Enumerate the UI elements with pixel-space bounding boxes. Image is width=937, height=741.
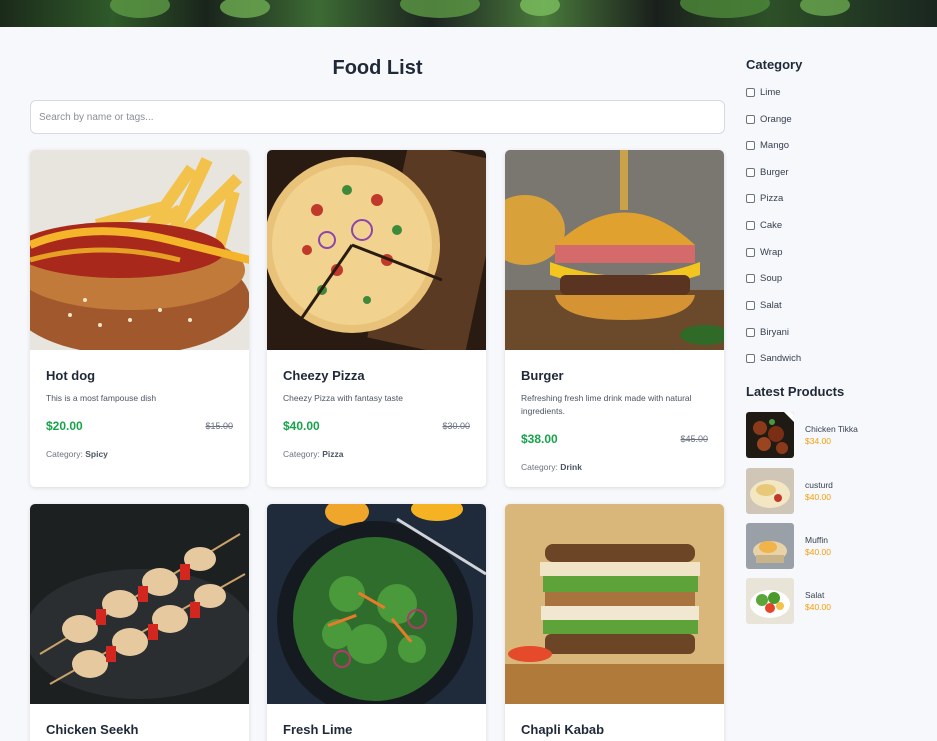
card-description: This is a most fampouse dish bbox=[46, 393, 157, 403]
latest-product-price: $40.00 bbox=[805, 602, 831, 612]
latest-product-price: $40.00 bbox=[805, 547, 831, 557]
latest-product-item[interactable]: Salat $40.00 bbox=[746, 578, 831, 624]
category-option-soup[interactable]: Soup bbox=[746, 273, 782, 284]
card-description: Cheezy Pizza with fantasy taste bbox=[283, 393, 404, 403]
latest-product-name: Chicken Tikka bbox=[805, 424, 858, 434]
latest-product-name: Muffin bbox=[805, 535, 828, 545]
salat-thumbnail bbox=[746, 578, 794, 624]
fresh-lime-image bbox=[267, 504, 486, 704]
category-option-sandwich[interactable]: Sandwich bbox=[746, 353, 801, 364]
card-description: Refreshing fresh lime drink made with na… bbox=[521, 393, 692, 416]
page-title: Food List bbox=[332, 57, 423, 79]
card-category: Category: Drink bbox=[521, 462, 582, 472]
food-card-burger[interactable]: Burger Refreshing fresh lime drink made … bbox=[505, 150, 724, 487]
card-title: Fresh Lime bbox=[283, 722, 353, 737]
search-input[interactable] bbox=[30, 100, 725, 134]
checkbox[interactable] bbox=[746, 354, 755, 363]
checkbox[interactable] bbox=[746, 88, 755, 97]
category-option-biryani[interactable]: Biryani bbox=[746, 327, 789, 338]
checkbox[interactable] bbox=[746, 115, 755, 124]
food-card-hot-dog[interactable]: Hot dog This is a most fampouse dish $20… bbox=[30, 150, 249, 487]
muffin-thumbnail bbox=[746, 523, 794, 569]
food-card-chicken-seekh[interactable]: Chicken Seekh bbox=[30, 504, 249, 741]
chicken-seekh-image bbox=[30, 504, 249, 704]
card-price: $38.00 bbox=[521, 432, 558, 446]
checkbox[interactable] bbox=[746, 141, 755, 150]
card-title: Chicken Seekh bbox=[46, 722, 139, 737]
category-option-burger[interactable]: Burger bbox=[746, 167, 789, 178]
card-category: Category: Pizza bbox=[283, 449, 344, 459]
food-card-fresh-lime[interactable]: Fresh Lime bbox=[267, 504, 486, 741]
category-heading: Category bbox=[746, 57, 803, 72]
latest-product-price: $34.00 bbox=[805, 436, 831, 446]
checkbox[interactable] bbox=[746, 194, 755, 203]
category-option-orange[interactable]: Orange bbox=[746, 114, 792, 125]
category-option-mango[interactable]: Mango bbox=[746, 140, 789, 151]
latest-product-name: Salat bbox=[805, 590, 825, 600]
category-option-pizza[interactable]: Pizza bbox=[746, 193, 783, 204]
latest-product-item[interactable]: custurd $40.00 bbox=[746, 468, 833, 514]
custurd-thumbnail bbox=[746, 468, 794, 514]
card-title: Chapli Kabab bbox=[521, 722, 605, 737]
burger-image bbox=[505, 150, 724, 350]
food-card-chapli-kabab[interactable]: Chapli Kabab bbox=[505, 504, 724, 741]
hot-dog-image bbox=[30, 150, 249, 350]
latest-products-heading: Latest Products bbox=[746, 384, 845, 399]
category-option-salat[interactable]: Salat bbox=[746, 300, 782, 311]
category-option-cake[interactable]: Cake bbox=[746, 220, 782, 231]
card-old-price: $15.00 bbox=[205, 421, 233, 431]
latest-product-item[interactable]: Muffin $40.00 bbox=[746, 523, 831, 569]
category-option-wrap[interactable]: Wrap bbox=[746, 247, 783, 258]
sidebar: Category Lime Orange Mango Burger Pizza … bbox=[746, 27, 937, 741]
latest-product-price: $40.00 bbox=[805, 492, 831, 502]
food-card-cheezy-pizza[interactable]: Cheezy Pizza Cheezy Pizza with fantasy t… bbox=[267, 150, 486, 487]
chapli-kabab-image bbox=[505, 504, 724, 704]
checkbox[interactable] bbox=[746, 248, 755, 257]
checkbox[interactable] bbox=[746, 328, 755, 337]
card-price: $20.00 bbox=[46, 419, 83, 433]
card-title: Cheezy Pizza bbox=[283, 368, 365, 383]
category-option-lime[interactable]: Lime bbox=[746, 87, 781, 98]
card-title: Hot dog bbox=[46, 368, 96, 383]
checkbox[interactable] bbox=[746, 168, 755, 177]
card-old-price: $45.00 bbox=[680, 434, 708, 444]
chicken-tikka-thumbnail bbox=[746, 412, 794, 458]
pizza-image bbox=[267, 150, 486, 350]
card-old-price: $30.00 bbox=[442, 421, 470, 431]
food-list-main: Food List Search by name or tags... Hot … bbox=[30, 27, 725, 741]
latest-product-item[interactable]: Chicken Tikka $34.00 bbox=[746, 412, 858, 458]
latest-product-name: custurd bbox=[805, 480, 833, 490]
checkbox[interactable] bbox=[746, 274, 755, 283]
card-title: Burger bbox=[521, 368, 564, 383]
top-banner-image bbox=[0, 0, 937, 27]
checkbox[interactable] bbox=[746, 301, 755, 310]
card-price: $40.00 bbox=[283, 419, 320, 433]
checkbox[interactable] bbox=[746, 221, 755, 230]
card-category: Category: Spicy bbox=[46, 449, 108, 459]
